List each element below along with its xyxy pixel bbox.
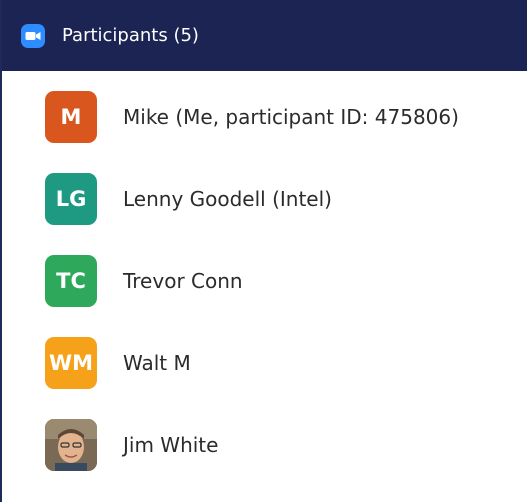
participants-header: Participants (5) bbox=[2, 0, 527, 71]
avatar: M bbox=[45, 91, 97, 143]
participant-row-lenny-goodell[interactable]: LG Lenny Goodell (Intel) bbox=[2, 158, 527, 240]
participants-panel: Participants (5) M Mike (Me, participant… bbox=[0, 0, 527, 502]
profile-photo-icon bbox=[45, 419, 97, 471]
avatar: TC bbox=[45, 255, 97, 307]
zoom-camera-icon bbox=[21, 23, 45, 48]
participant-name: Lenny Goodell (Intel) bbox=[123, 187, 332, 211]
participant-row-mike[interactable]: M Mike (Me, participant ID: 475806) bbox=[2, 76, 527, 158]
avatar: LG bbox=[45, 173, 97, 225]
participant-row-trevor-conn[interactable]: TC Trevor Conn bbox=[2, 240, 527, 322]
participant-name: Trevor Conn bbox=[123, 269, 243, 293]
participant-row-walt-m[interactable]: WM Walt M bbox=[2, 322, 527, 404]
participant-name: Mike (Me, participant ID: 475806) bbox=[123, 105, 459, 129]
participant-list: M Mike (Me, participant ID: 475806) LG L… bbox=[2, 76, 527, 486]
panel-title: Participants (5) bbox=[62, 25, 199, 46]
avatar: WM bbox=[45, 337, 97, 389]
participant-name: Walt M bbox=[123, 351, 191, 375]
profile-photo-avatar bbox=[45, 419, 97, 471]
participant-row-jim-white[interactable]: Jim White bbox=[2, 404, 527, 486]
participant-name: Jim White bbox=[123, 433, 219, 457]
